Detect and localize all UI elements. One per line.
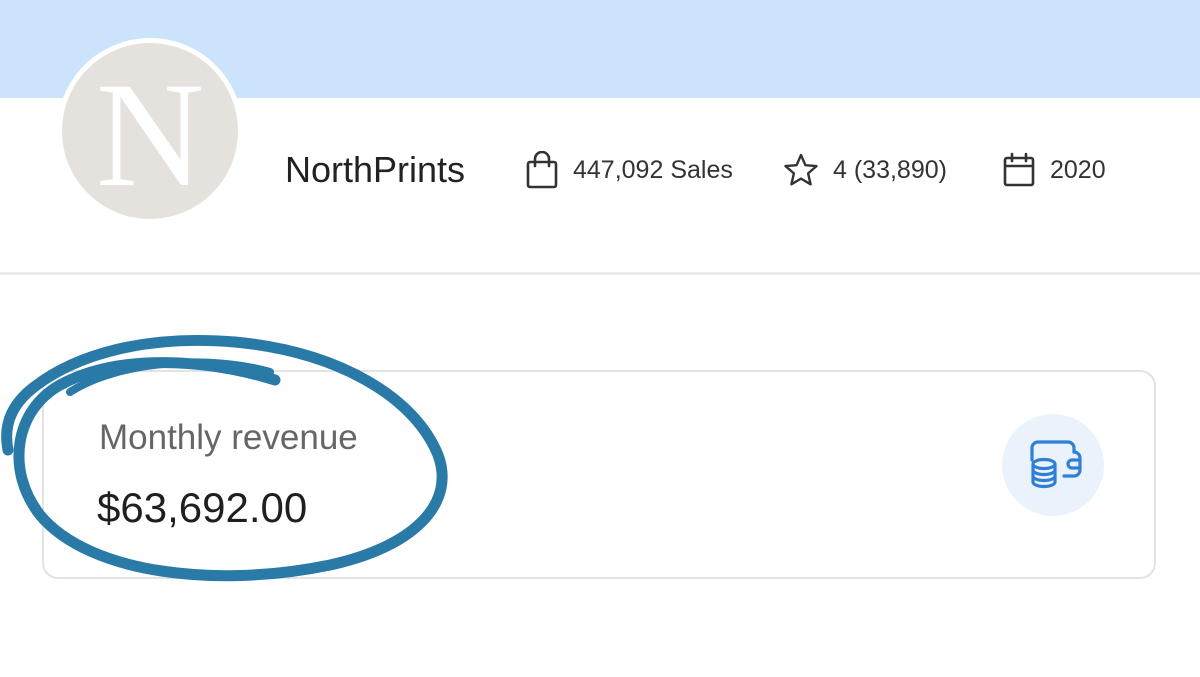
monthly-revenue-value: $63,692.00 [97, 484, 308, 531]
shop-name[interactable]: NorthPrints [285, 146, 465, 194]
founded-year-stat: 2020 [1002, 150, 1106, 190]
rating-value: 4 (33,890) [833, 155, 947, 184]
founded-year: 2020 [1050, 155, 1106, 184]
monthly-revenue-card: Monthly revenue $63,692.00 [42, 370, 1156, 579]
avatar-letter: N [95, 52, 205, 218]
calendar-icon [1002, 152, 1036, 188]
wallet-coins-icon [1002, 414, 1104, 516]
shop-page: N NorthPrints 447,092 Sales 4 (33,890) 2… [0, 0, 1200, 677]
section-divider [0, 272, 1200, 275]
star-icon [783, 152, 819, 188]
monthly-revenue-label: Monthly revenue [99, 418, 358, 457]
sales-count: 447,092 Sales [573, 155, 733, 184]
avatar-circle: N [62, 43, 238, 219]
rating-stat: 4 (33,890) [783, 150, 947, 190]
shop-avatar[interactable]: N [57, 38, 243, 224]
shopping-bag-icon [525, 151, 559, 189]
sales-stat: 447,092 Sales [525, 150, 733, 190]
